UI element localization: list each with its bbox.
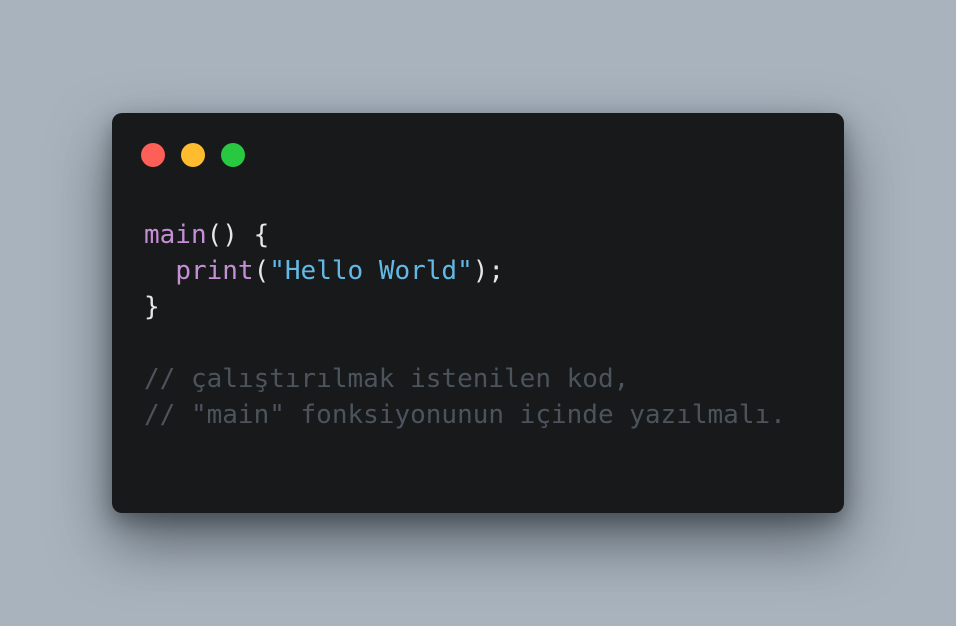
- function-name-main: main: [144, 220, 207, 250]
- code-block: main() { print("Hello World");} // çalışt…: [144, 217, 786, 433]
- code-line-1: main() {: [144, 217, 786, 253]
- code-line-2: print("Hello World");: [144, 253, 786, 289]
- string-literal: "Hello World": [269, 256, 473, 286]
- window-controls: [141, 143, 245, 167]
- code-line-3: }: [144, 289, 786, 325]
- code-window: main() { print("Hello World");} // çalışt…: [112, 113, 844, 513]
- close-paren-semicolon: );: [472, 256, 505, 286]
- main-signature-punctuation: () {: [206, 220, 270, 250]
- code-line-6: // "main" fonksiyonunun içinde yazılmalı…: [144, 397, 786, 433]
- zoom-button[interactable]: [221, 143, 245, 167]
- closing-brace: }: [144, 292, 160, 322]
- code-line-5: // çalıştırılmak istenilen kod,: [144, 361, 786, 397]
- comment-line-2: // "main" fonksiyonunun içinde yazılmalı…: [144, 400, 786, 430]
- minimize-button[interactable]: [181, 143, 205, 167]
- function-name-print: print: [175, 256, 254, 286]
- code-line-4-blank: [144, 325, 786, 361]
- open-paren: (: [253, 256, 270, 286]
- close-button[interactable]: [141, 143, 165, 167]
- comment-line-1: // çalıştırılmak istenilen kod,: [144, 364, 630, 394]
